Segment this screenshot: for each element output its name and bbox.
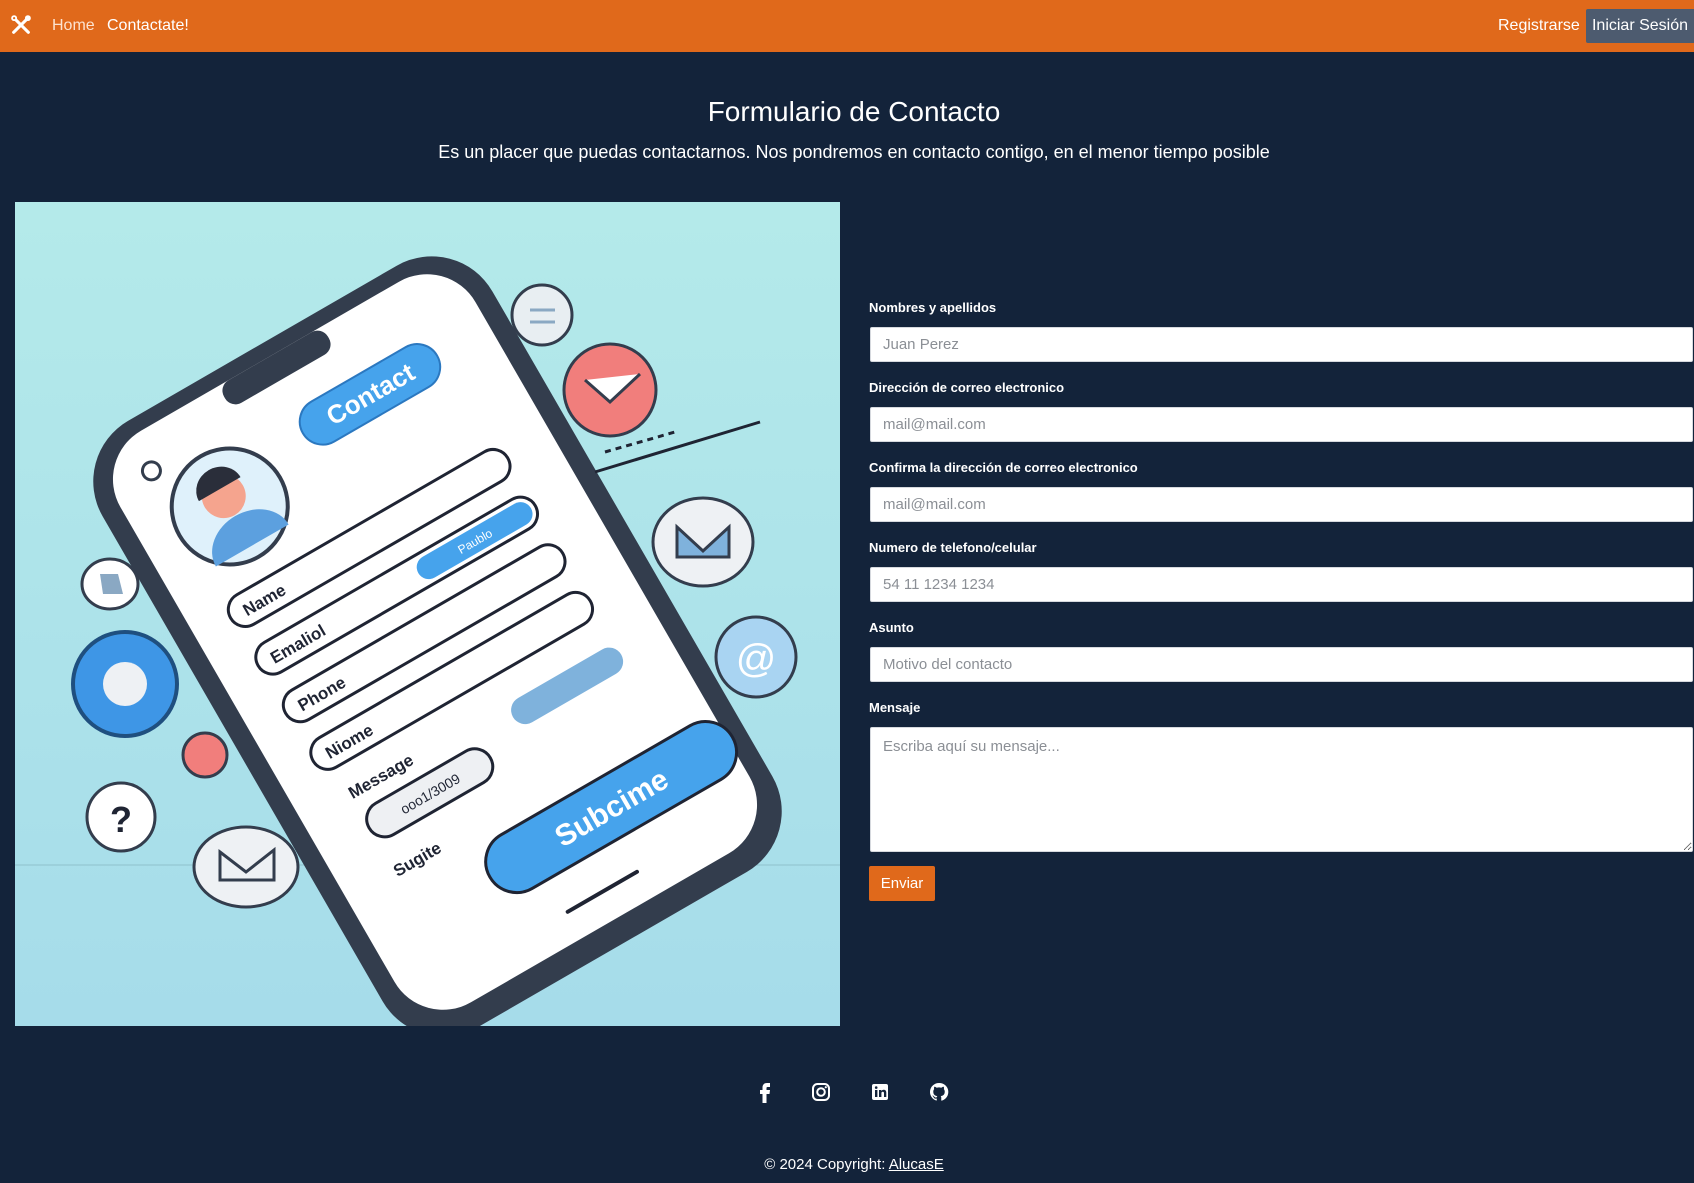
message-label: Mensaje: [869, 700, 921, 715]
copyright-author-link[interactable]: AlucasE: [889, 1156, 944, 1173]
copyright-text: © 2024 Copyright:: [764, 1156, 889, 1173]
page-title: Formulario de Contacto: [707, 96, 1001, 127]
facebook-icon[interactable]: [753, 1080, 777, 1104]
nav-home-link[interactable]: Home: [52, 17, 95, 35]
email-confirm-label: Confirma la dirección de correo electron…: [869, 460, 1138, 475]
page-subtitle: Es un placer que puedas contactarnos. No…: [438, 142, 1270, 162]
phone-label: Numero de telefono/celular: [869, 540, 1037, 555]
svg-text:@: @: [736, 637, 777, 681]
submit-button[interactable]: Enviar: [869, 866, 935, 901]
nav-contact-link[interactable]: Contactate!: [107, 17, 189, 35]
register-link[interactable]: Registrarse: [1498, 17, 1580, 35]
linkedin-icon[interactable]: [868, 1080, 892, 1104]
subject-label: Asunto: [869, 620, 914, 635]
name-label: Nombres y apellidos: [869, 300, 997, 315]
email-field[interactable]: [870, 407, 1693, 442]
svg-text:?: ?: [110, 799, 132, 840]
github-icon[interactable]: [927, 1080, 951, 1104]
instagram-icon[interactable]: [809, 1080, 833, 1104]
login-button[interactable]: Iniciar Sesión: [1586, 9, 1694, 43]
email-label: Dirección de correo electronico: [869, 380, 1065, 395]
name-field[interactable]: [870, 327, 1693, 362]
copyright: © 2024 Copyright: AlucasE: [0, 1155, 1694, 1175]
message-field[interactable]: [870, 727, 1693, 852]
contact-illustration: Contact Paublo Name Emaliol Phone Niome …: [15, 202, 840, 1026]
subject-field[interactable]: [870, 647, 1693, 682]
email-confirm-field[interactable]: [870, 487, 1693, 522]
navbar: Home Contactate! Registrarse Iniciar Ses…: [0, 0, 1694, 52]
tools-icon[interactable]: [10, 14, 32, 36]
phone-field[interactable]: [870, 567, 1693, 602]
